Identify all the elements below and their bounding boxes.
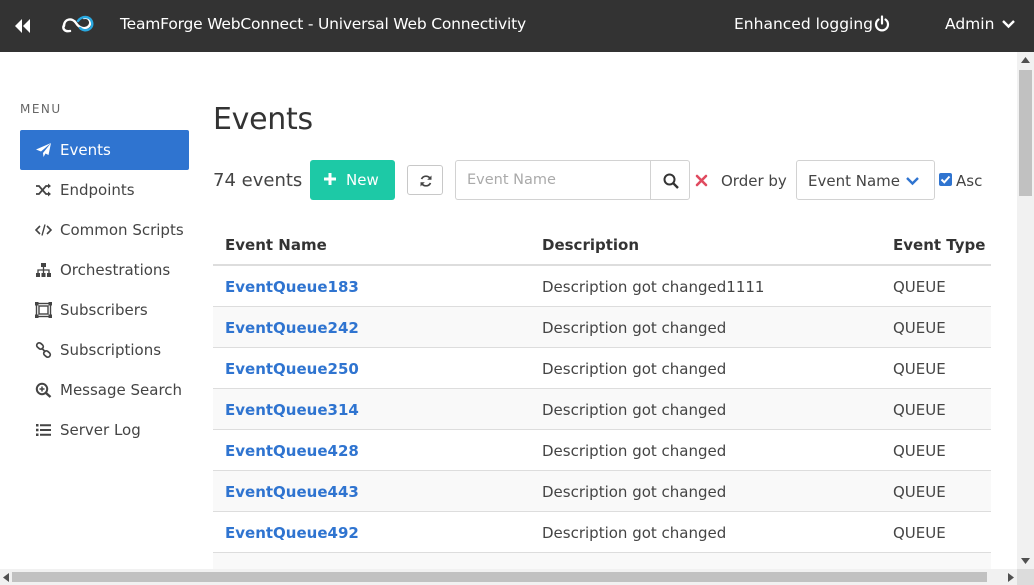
- sitemap-icon: [36, 263, 51, 277]
- vertical-scrollbar[interactable]: [1017, 52, 1034, 569]
- checkmark-icon: [940, 175, 951, 184]
- event-type: QUEUE: [893, 401, 946, 419]
- event-description: Description got changed: [542, 524, 727, 542]
- event-name-link[interactable]: EventQueue443: [225, 483, 359, 501]
- chevron-down-icon: [906, 177, 919, 186]
- object-group-icon: [35, 302, 52, 318]
- order-by-label: Order by: [721, 172, 787, 190]
- sidebar-item-label: Subscribers: [60, 301, 148, 319]
- table-row[interactable]: EventQueue428 Description got changed QU…: [213, 430, 991, 471]
- menu-heading: MENU: [20, 102, 62, 116]
- search-plus-icon: [35, 382, 52, 398]
- sidebar-item-label: Orchestrations: [60, 261, 171, 279]
- horizontal-scroll-thumb[interactable]: [12, 572, 987, 582]
- asc-label: Asc: [956, 172, 983, 190]
- event-type: QUEUE: [893, 524, 946, 542]
- column-header-event-type[interactable]: Event Type: [893, 236, 985, 254]
- event-name-search-input[interactable]: [455, 160, 651, 200]
- table-header: Event Name Description Event Type: [213, 225, 991, 266]
- event-description: Description got changed: [542, 442, 727, 460]
- event-name-link[interactable]: EventQueue492: [225, 524, 359, 542]
- event-type: QUEUE: [893, 360, 946, 378]
- order-by-value: Event Name: [808, 172, 900, 190]
- sidebar-item-label: Subscriptions: [60, 341, 162, 359]
- enhanced-logging-label[interactable]: Enhanced logging: [734, 15, 873, 33]
- event-name-link[interactable]: EventQueue242: [225, 319, 359, 337]
- scroll-left-arrow-icon[interactable]: [3, 573, 9, 582]
- sidebar-item-label: Common Scripts: [60, 221, 184, 239]
- refresh-button[interactable]: [407, 165, 443, 195]
- sidebar-item-label: Endpoints: [60, 181, 135, 199]
- event-type: QUEUE: [893, 483, 946, 501]
- event-type: QUEUE: [893, 319, 946, 337]
- clear-filter-icon[interactable]: [695, 174, 708, 187]
- vertical-scroll-thumb[interactable]: [1019, 70, 1032, 196]
- table-row[interactable]: EventQueue183 Description got changed111…: [213, 266, 991, 307]
- search-icon: [663, 173, 679, 189]
- column-header-event-name[interactable]: Event Name: [225, 236, 327, 254]
- event-description: Description got changed1111: [542, 278, 765, 296]
- paper-plane-icon: [36, 143, 51, 157]
- event-count: 74 events: [213, 170, 302, 191]
- event-description: Description got changed: [542, 360, 727, 378]
- sidebar-item-common-scripts[interactable]: Common Scripts: [20, 210, 189, 250]
- table-row[interactable]: EventQueue242 Description got changed QU…: [213, 307, 991, 348]
- app-title: TeamForge WebConnect - Universal Web Con…: [120, 15, 526, 33]
- table-row[interactable]: EventQueue314 Description got changed QU…: [213, 389, 991, 430]
- power-icon[interactable]: [873, 15, 891, 33]
- list-icon: [36, 424, 51, 436]
- event-count-number: 74: [213, 170, 236, 191]
- events-table: Event Name Description Event Type EventQ…: [213, 225, 991, 585]
- sidebar-item-subscriptions[interactable]: Subscriptions: [20, 330, 189, 370]
- app-logo-icon: [62, 15, 94, 33]
- sidebar-item-events[interactable]: Events: [20, 130, 189, 170]
- shuffle-icon: [36, 183, 51, 197]
- event-description: Description got changed: [542, 401, 727, 419]
- event-description: Description got changed: [542, 483, 727, 501]
- table-row[interactable]: EventQueue250 Description got changed QU…: [213, 348, 991, 389]
- sidebar-item-message-search[interactable]: Message Search: [20, 370, 189, 410]
- event-type: QUEUE: [893, 278, 946, 296]
- asc-checkbox[interactable]: [939, 173, 952, 186]
- table-body: EventQueue183 Description got changed111…: [213, 266, 991, 585]
- sidebar-item-server-log[interactable]: Server Log: [20, 410, 189, 450]
- sidebar-item-label: Message Search: [60, 381, 183, 399]
- event-description: Description got changed: [542, 319, 727, 337]
- table-row[interactable]: EventQueue443 Description got changed QU…: [213, 471, 991, 512]
- new-event-button[interactable]: New: [310, 160, 395, 200]
- chevron-down-icon[interactable]: [1001, 18, 1016, 30]
- user-menu-label[interactable]: Admin: [945, 15, 994, 33]
- scroll-right-arrow-icon[interactable]: [1008, 573, 1014, 582]
- page-title: Events: [213, 102, 313, 137]
- sidebar-item-subscribers[interactable]: Subscribers: [20, 290, 189, 330]
- scroll-down-arrow-icon[interactable]: [1021, 558, 1030, 564]
- event-name-link[interactable]: EventQueue250: [225, 360, 359, 378]
- new-button-label: New: [346, 171, 379, 189]
- sidebar-item-orchestrations[interactable]: Orchestrations: [20, 250, 189, 290]
- event-type: QUEUE: [893, 442, 946, 460]
- refresh-icon: [420, 175, 432, 187]
- plus-icon: [324, 173, 336, 185]
- event-count-unit: events: [241, 170, 303, 191]
- top-bar: TeamForge WebConnect - Universal Web Con…: [0, 0, 1034, 52]
- table-row[interactable]: EventQueue492 Description got changed QU…: [213, 512, 991, 553]
- event-name-link[interactable]: EventQueue428: [225, 442, 359, 460]
- double-chevron-left-icon[interactable]: [12, 16, 32, 36]
- column-header-description[interactable]: Description: [542, 236, 639, 254]
- link-icon: [35, 342, 52, 358]
- search-button[interactable]: [650, 160, 690, 200]
- code-icon: [35, 224, 52, 236]
- horizontal-scrollbar[interactable]: [0, 569, 1017, 585]
- order-by-select[interactable]: Event Name: [796, 160, 935, 200]
- event-name-link[interactable]: EventQueue314: [225, 401, 359, 419]
- event-name-link[interactable]: EventQueue183: [225, 278, 359, 296]
- sidebar-item-label: Events: [60, 141, 111, 159]
- scroll-up-arrow-icon[interactable]: [1021, 57, 1030, 63]
- sidebar-item-endpoints[interactable]: Endpoints: [20, 170, 189, 210]
- scrollbar-corner: [1017, 569, 1034, 585]
- sidebar-item-label: Server Log: [60, 421, 141, 439]
